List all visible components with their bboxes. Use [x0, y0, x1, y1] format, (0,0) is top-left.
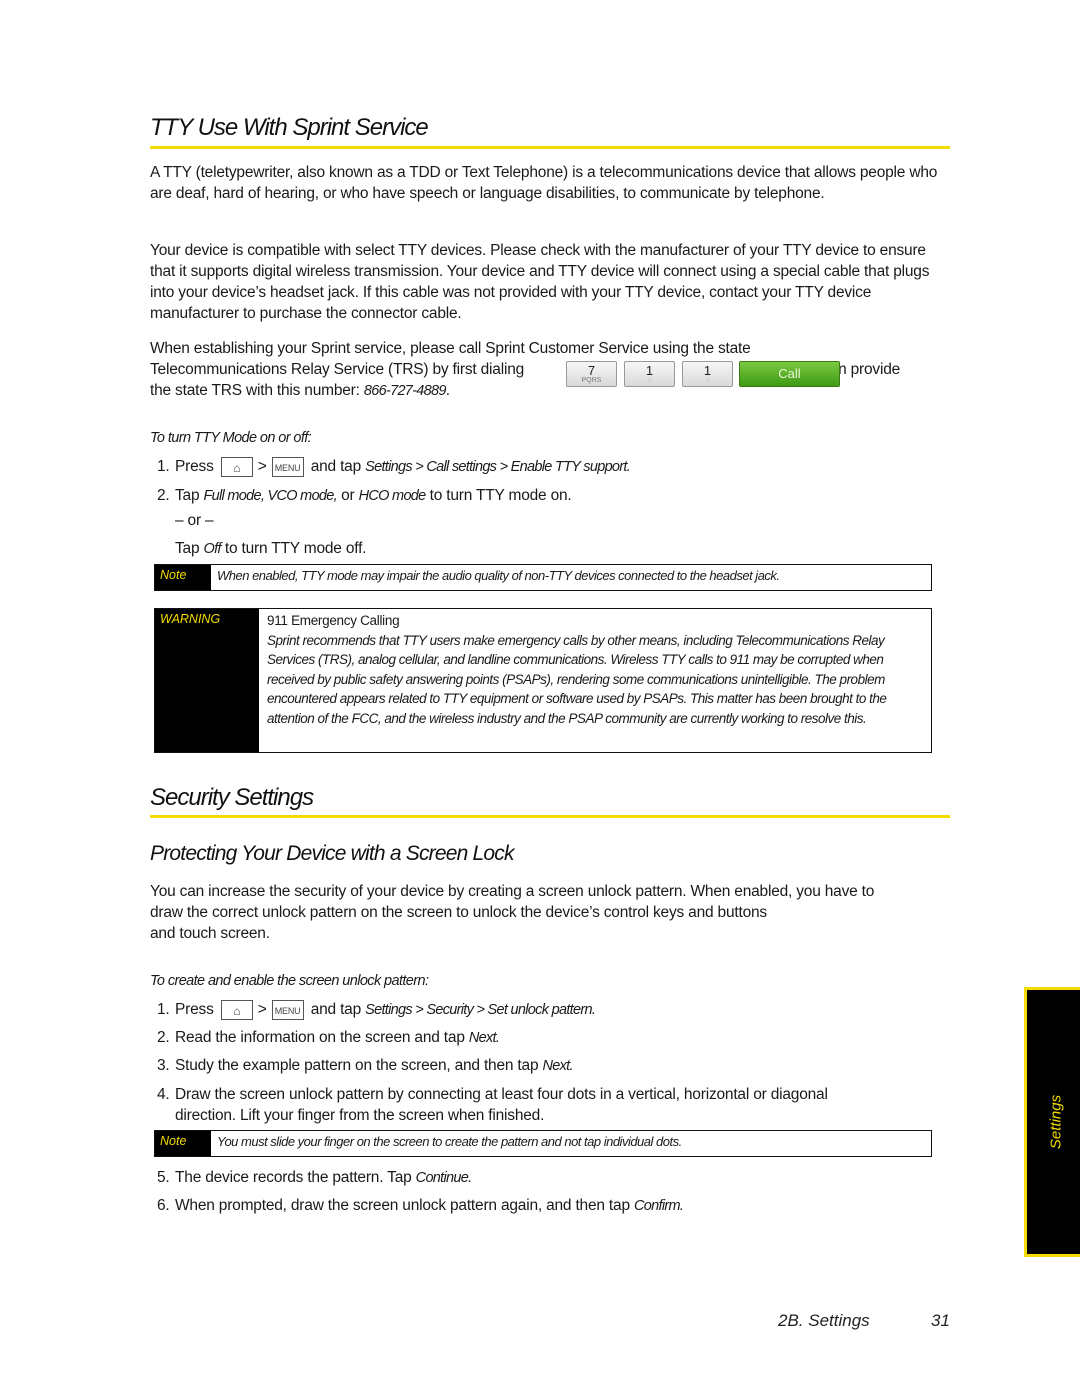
section-rule	[150, 815, 950, 818]
step-number: 2.	[157, 487, 170, 504]
section-title-tty: TTY Use With Sprint Service	[150, 114, 429, 141]
subsection-title: Protecting Your Device with a Screen Loc…	[150, 842, 515, 865]
menu-key-icon: MENU	[271, 999, 304, 1020]
trs-line-2-text: Telecommunications Relay Service (TRS) b…	[150, 361, 525, 378]
or-separator: – or –	[175, 512, 214, 529]
side-tab-label: Settings	[1047, 1094, 1064, 1150]
dial-key-digit: 7	[587, 363, 596, 378]
warning-title: 911 Emergency Calling	[267, 613, 400, 628]
step-text: Study the example pattern on the screen,…	[175, 1057, 539, 1074]
step-text: The device records the pattern. Tap	[175, 1169, 412, 1186]
trs-line-1: When establishing your Sprint service, p…	[150, 340, 751, 357]
section-title-security: Security Settings	[150, 784, 314, 811]
step-text: or	[341, 487, 355, 504]
step-action: Continue.	[415, 1170, 472, 1186]
step-number: 4.	[157, 1086, 170, 1103]
note-text: You must slide your finger on the screen…	[217, 1134, 682, 1149]
dial-key-1[interactable]: 1 ◌	[624, 361, 675, 387]
voicemail-icon: ◌	[647, 377, 652, 384]
step-text: direction. Lift your finger from the scr…	[175, 1107, 545, 1124]
step-number: 2.	[157, 1029, 170, 1046]
tty-intro-text: A TTY (teletypewriter, also known as a T…	[150, 164, 938, 202]
warning-text: Sprint recommends that TTY users make em…	[267, 632, 887, 726]
screen-lock-paragraph: You can increase the security of your de…	[150, 881, 950, 944]
step-text: Tap	[175, 540, 200, 557]
dial-key-digit: 1	[645, 363, 654, 378]
unlock-step-5: 5. The device records the pattern. Tap Co…	[157, 1167, 472, 1189]
note-label: Note	[155, 565, 211, 590]
step-text: and tap	[310, 458, 362, 475]
tty-off-step: Tap Off to turn TTY mode off.	[175, 538, 366, 560]
tty-compat-text: Your device is compatible with select TT…	[150, 242, 930, 322]
warning-box: WARNING 911 Emergency Calling Sprint rec…	[154, 608, 932, 753]
trs-number: 866-727-4889	[363, 383, 447, 399]
step-number: 1.	[157, 1001, 170, 1018]
dial-key-1[interactable]: 1 ◌	[682, 361, 733, 387]
step-text: Draw the screen unlock pattern by connec…	[175, 1086, 828, 1103]
unlock-step-3: 3. Study the example pattern on the scree…	[157, 1055, 574, 1077]
step-text: to turn TTY mode on.	[429, 487, 572, 504]
unlock-step-1: 1. Press ⌂ > MENU and tap Settings > Securi…	[157, 999, 596, 1021]
call-button[interactable]: Call	[739, 361, 840, 387]
menu-path: Settings > Call settings > Enable TTY su…	[365, 459, 631, 475]
arrow-separator: >	[257, 458, 267, 475]
unlock-step-2: 2. Read the information on the screen and…	[157, 1027, 500, 1049]
paragraph-line: You can increase the security of your de…	[150, 883, 875, 900]
section-rule	[150, 146, 950, 149]
unlock-step-4: 4. Draw the screen unlock pattern by conn…	[157, 1084, 828, 1126]
step-text: to turn TTY mode off.	[224, 540, 367, 557]
tty-step-2: 2. Tap Full mode, VCO mode, or HCO mode t…	[157, 485, 572, 507]
procedure-title-tty: To turn TTY Mode on or off:	[150, 430, 312, 446]
note-box-unlock: Note You must slide your finger on the s…	[154, 1130, 932, 1157]
voicemail-icon: ◌	[705, 377, 710, 384]
note-label: Note	[155, 1131, 211, 1156]
step-action: Next.	[542, 1058, 574, 1074]
step-number: 6.	[157, 1197, 170, 1214]
page-number: 31	[931, 1311, 950, 1330]
warning-body: 911 Emergency Calling Sprint recommends …	[259, 609, 931, 752]
mode-option-off: Off	[203, 541, 222, 557]
dial-key-digit: 1	[703, 363, 712, 378]
procedure-title-unlock: To create and enable the screen unlock p…	[150, 973, 429, 989]
step-text: Tap	[175, 487, 200, 504]
paragraph-line: draw the correct unlock pattern on the s…	[150, 904, 767, 921]
step-text: Press	[175, 458, 214, 475]
unlock-step-6: 6. When prompted, draw the screen unlock …	[157, 1195, 684, 1217]
step-number: 5.	[157, 1169, 170, 1186]
dial-key-7[interactable]: 7 PQRS	[566, 361, 617, 387]
mode-option-hco: HCO mode	[358, 488, 427, 504]
menu-path: Settings > Security > Set unlock pattern…	[365, 1002, 596, 1018]
note-text: When enabled, TTY mode may impair the au…	[217, 568, 780, 583]
note-box-tty: Note When enabled, TTY mode may impair t…	[154, 564, 932, 591]
mode-options: Full mode, VCO mode,	[203, 488, 338, 504]
step-number: 1.	[157, 458, 170, 475]
home-key-icon: ⌂	[220, 456, 253, 477]
arrow-separator: >	[257, 1001, 267, 1018]
tty-intro-paragraph: A TTY (teletypewriter, also known as a T…	[150, 162, 950, 204]
step-text: When prompted, draw the screen unlock pa…	[175, 1197, 630, 1214]
trs-line-3-post: .	[445, 382, 450, 399]
step-action: Confirm.	[634, 1198, 684, 1214]
warning-label: WARNING	[155, 609, 259, 752]
side-tab-settings: Settings	[1024, 987, 1080, 1257]
home-key-icon: ⌂	[220, 999, 253, 1020]
dial-key-letters: PQRS	[581, 377, 602, 384]
trs-line-3-text: the state TRS with this number:	[150, 382, 364, 399]
step-text: Read the information on the screen and t…	[175, 1029, 465, 1046]
tty-compat-paragraph: Your device is compatible with select TT…	[150, 240, 950, 324]
step-action: Next.	[468, 1030, 500, 1046]
step-text: Press	[175, 1001, 214, 1018]
step-number: 3.	[157, 1057, 170, 1074]
step-text: and tap	[310, 1001, 362, 1018]
paragraph-line: and touch screen.	[150, 925, 270, 942]
tty-step-1: 1. Press ⌂ > MENU and tap Settings > Call s…	[157, 456, 631, 478]
footer-section: 2B. Settings	[778, 1311, 870, 1330]
menu-key-icon: MENU	[271, 456, 304, 477]
